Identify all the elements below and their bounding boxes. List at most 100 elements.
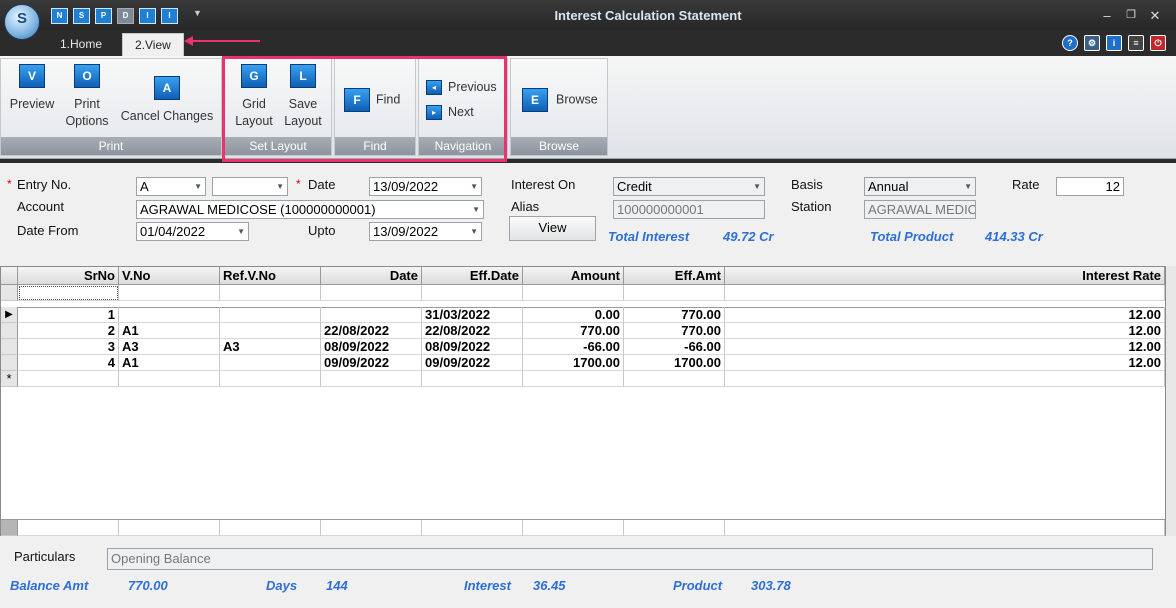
minimize-icon[interactable]: – (1098, 8, 1116, 23)
tab-view[interactable]: 2.View (122, 33, 184, 57)
date-field[interactable]: 13/09/2022 ▼ (369, 177, 482, 196)
table-cell[interactable]: 12.00 (725, 307, 1165, 323)
new-row-cell[interactable] (119, 371, 220, 387)
table-cell[interactable]: 4 (18, 355, 119, 371)
filter-cell[interactable] (220, 285, 321, 301)
table-cell[interactable]: 2 (18, 323, 119, 339)
table-cell[interactable]: -66.00 (523, 339, 624, 355)
table-cell[interactable]: 3 (18, 339, 119, 355)
new-row-cell[interactable] (321, 371, 422, 387)
col-header-amount[interactable]: Amount (523, 267, 624, 285)
filter-cell[interactable] (422, 285, 523, 301)
view-button[interactable]: View (509, 216, 596, 241)
quick-save-icon[interactable]: S (73, 8, 90, 24)
previous-button[interactable]: ◂ Previous (426, 79, 506, 96)
filter-cell[interactable] (119, 285, 220, 301)
col-header-refvno[interactable]: Ref.V.No (220, 267, 321, 285)
tab-home[interactable]: 1.Home (48, 33, 114, 56)
table-cell[interactable]: 31/03/2022 (422, 307, 523, 323)
interest-on-select[interactable]: Credit ▼ (613, 177, 765, 196)
exit-icon[interactable]: ⏻ (1150, 35, 1166, 51)
col-header-date[interactable]: Date (321, 267, 422, 285)
close-icon[interactable]: ✕ (1146, 8, 1164, 24)
table-cell[interactable]: 770.00 (624, 323, 725, 339)
new-row-cell[interactable] (18, 371, 119, 387)
quick-print-icon[interactable]: P (95, 8, 112, 24)
app-logo[interactable]: S (4, 4, 40, 40)
table-cell[interactable]: 770.00 (523, 323, 624, 339)
table-cell[interactable]: A3 (119, 339, 220, 355)
table-cell[interactable]: A1 (119, 355, 220, 371)
table-cell[interactable]: 770.00 (624, 307, 725, 323)
table-cell[interactable]: -66.00 (624, 339, 725, 355)
help-icon[interactable]: ? (1062, 35, 1078, 51)
save-layout-button[interactable]: L Save Layout (280, 64, 326, 130)
col-header-effdate[interactable]: Eff.Date (422, 267, 523, 285)
new-row-cell[interactable] (725, 371, 1165, 387)
date-from-field[interactable]: 01/04/2022 ▼ (136, 222, 249, 241)
table-cell[interactable]: A3 (220, 339, 321, 355)
vertical-scrollbar[interactable] (1166, 266, 1176, 536)
row-selector[interactable] (1, 339, 18, 355)
filter-cell[interactable] (321, 285, 422, 301)
new-row-cell[interactable] (624, 371, 725, 387)
entry-no-series-select[interactable]: A ▼ (136, 177, 206, 196)
new-row-selector[interactable]: * (1, 371, 18, 387)
row-selector[interactable] (1, 323, 18, 339)
table-cell[interactable] (321, 307, 422, 323)
grid-layout-button[interactable]: G Grid Layout (230, 64, 278, 130)
table-cell[interactable]: 09/09/2022 (422, 355, 523, 371)
table-cell[interactable]: 12.00 (725, 339, 1165, 355)
col-header-srno[interactable]: SrNo (18, 267, 119, 285)
table-cell[interactable] (220, 355, 321, 371)
table-cell[interactable]: 22/08/2022 (422, 323, 523, 339)
table-cell[interactable] (220, 307, 321, 323)
col-header-vno[interactable]: V.No (119, 267, 220, 285)
interest-grid[interactable]: SrNo V.No Ref.V.No Date Eff.Date Amount … (0, 266, 1166, 536)
filter-cell[interactable] (725, 285, 1165, 301)
new-row-cell[interactable] (422, 371, 523, 387)
table-cell[interactable]: 1 (18, 307, 119, 323)
upto-field[interactable]: 13/09/2022 ▼ (369, 222, 482, 241)
quick-delete-icon[interactable]: D (117, 8, 134, 24)
table-cell[interactable]: 22/08/2022 (321, 323, 422, 339)
settings-icon[interactable]: ⚙ (1084, 35, 1100, 51)
rate-input[interactable]: 12 (1056, 177, 1124, 196)
table-cell[interactable] (220, 323, 321, 339)
quick-exit-icon[interactable]: I (161, 8, 178, 24)
new-row-cell[interactable] (220, 371, 321, 387)
find-button[interactable]: F Find (344, 88, 410, 112)
row-selector[interactable] (1, 355, 18, 371)
table-cell[interactable]: 1700.00 (523, 355, 624, 371)
filter-cell[interactable] (624, 285, 725, 301)
table-cell[interactable] (119, 307, 220, 323)
row-selector-current[interactable]: ▶ (1, 307, 18, 323)
table-cell[interactable]: 12.00 (725, 323, 1165, 339)
table-cell[interactable]: 1700.00 (624, 355, 725, 371)
table-cell[interactable]: 12.00 (725, 355, 1165, 371)
table-cell[interactable]: A1 (119, 323, 220, 339)
quick-new-icon[interactable]: N (51, 8, 68, 24)
notes-icon[interactable]: ≡ (1128, 35, 1144, 51)
table-cell[interactable]: 08/09/2022 (422, 339, 523, 355)
col-header-effamt[interactable]: Eff.Amt (624, 267, 725, 285)
col-header-interest-rate[interactable]: Interest Rate (725, 267, 1165, 285)
basis-select[interactable]: Annual ▼ (864, 177, 976, 196)
browse-button[interactable]: E Browse (522, 88, 604, 112)
preview-button[interactable]: V Preview (6, 64, 58, 113)
entry-no-number-select[interactable]: ▼ (212, 177, 288, 196)
quick-info-icon[interactable]: I (139, 8, 156, 24)
next-button[interactable]: ▸ Next (426, 104, 506, 121)
table-cell[interactable]: 09/09/2022 (321, 355, 422, 371)
print-options-button[interactable]: O Print Options (62, 64, 112, 130)
filter-cell[interactable] (523, 285, 624, 301)
table-cell[interactable]: 0.00 (523, 307, 624, 323)
account-select[interactable]: AGRAWAL MEDICOSE (100000000001) ▼ (136, 200, 484, 219)
info-icon[interactable]: i (1106, 35, 1122, 51)
quick-access-dropdown-icon[interactable]: ▼ (193, 8, 202, 18)
filter-cell[interactable] (18, 285, 119, 301)
maximize-icon[interactable]: ❐ (1122, 8, 1140, 21)
new-row-cell[interactable] (523, 371, 624, 387)
cancel-changes-button[interactable]: A Cancel Changes (118, 76, 216, 125)
table-cell[interactable]: 08/09/2022 (321, 339, 422, 355)
